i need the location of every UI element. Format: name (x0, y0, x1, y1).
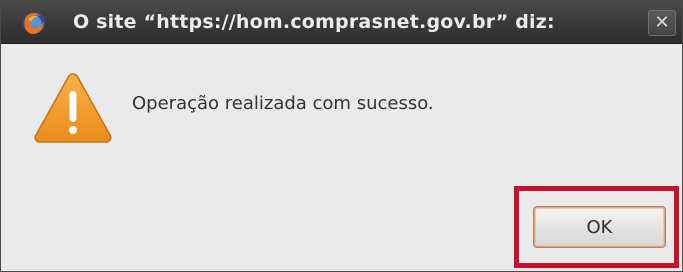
title-bar[interactable]: O site “https://hom.comprasnet.gov.br” d… (1, 1, 682, 44)
warning-icon (33, 71, 113, 145)
firefox-icon (22, 11, 46, 35)
close-button[interactable]: ✕ (648, 10, 676, 36)
ok-button[interactable]: OK (533, 206, 666, 248)
close-icon: ✕ (654, 12, 670, 33)
window-title: O site “https://hom.comprasnet.gov.br” d… (73, 11, 555, 33)
alert-dialog: O site “https://hom.comprasnet.gov.br” d… (0, 0, 683, 272)
alert-message: Operação realizada com sucesso. (132, 93, 434, 114)
